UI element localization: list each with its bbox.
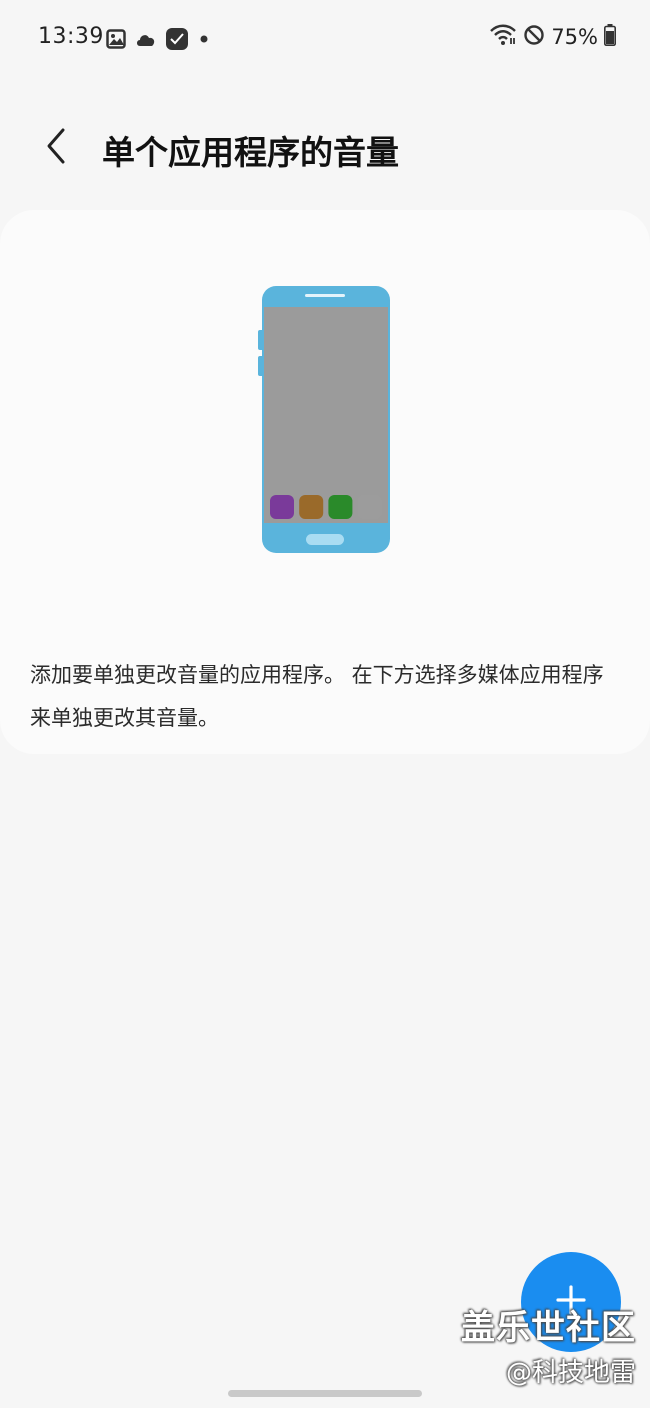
info-card: 添加要单独更改音量的应用程序。 在下方选择多媒体应用程序来单独更改其音量。 [0, 210, 650, 754]
phone-speaker [305, 294, 345, 297]
phone-screen [264, 307, 388, 523]
status-time: 13:39 [38, 24, 104, 49]
wifi-icon [489, 24, 517, 50]
notification-dot-icon [197, 32, 211, 46]
navigation-handle[interactable] [228, 1390, 422, 1397]
battery-percentage: 75% [551, 25, 598, 49]
description-text: 添加要单独更改音量的应用程序。 在下方选择多媒体应用程序来单独更改其音量。 [30, 663, 604, 730]
phone-home-button [306, 534, 344, 545]
watermark-community: 盖乐世社区 [461, 1308, 636, 1348]
battery-icon [604, 24, 616, 50]
do-not-disturb-icon [523, 24, 545, 50]
back-button[interactable] [30, 122, 82, 174]
app-icon-2 [299, 495, 324, 519]
app-icon-4 [357, 495, 382, 519]
app-check-icon [166, 28, 188, 50]
status-right-icons: 75% [489, 24, 616, 50]
status-left-icons [106, 28, 211, 50]
app-icon-3 [328, 495, 353, 519]
status-bar: 13:39 75% [0, 0, 650, 78]
chevron-left-icon [44, 127, 68, 169]
app-icon-1 [270, 495, 294, 519]
gallery-icon [106, 29, 126, 49]
page-title: 单个应用程序的音量 [102, 133, 399, 172]
phone-illustration [255, 282, 395, 556]
watermark-author: @科技地雷 [505, 1358, 636, 1388]
app-bar: 单个应用程序的音量 [0, 112, 650, 184]
cloud-icon [135, 30, 157, 48]
